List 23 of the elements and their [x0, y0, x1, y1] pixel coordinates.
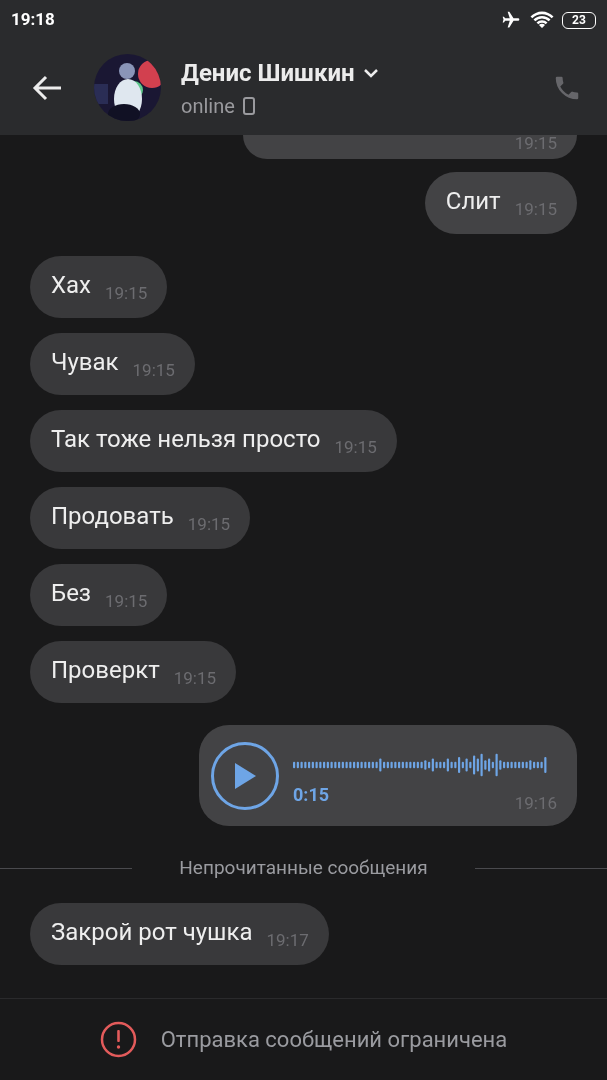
status-time: 19:18 [11, 8, 55, 32]
message-text: Чувак [51, 347, 119, 378]
unread-divider-label: Непрочитанные сообщения [178, 854, 429, 881]
play-button[interactable] [211, 741, 279, 810]
restriction-notice: Отправка сообщений ограничена [160, 1026, 508, 1054]
message-text: Продовать [51, 501, 174, 532]
back-arrow-icon [31, 73, 63, 102]
message-text: Без [51, 578, 92, 609]
wifi-icon [530, 10, 554, 30]
message-text: Хах [51, 270, 91, 301]
message-text: Проверкт [51, 655, 160, 686]
contact-name[interactable]: Денис Шишкин [181, 54, 355, 91]
airplane-icon [500, 10, 522, 30]
contact-status: online [181, 92, 235, 120]
message-text: Слит [445, 186, 501, 217]
message-text: Закрой рот чушка [51, 917, 253, 948]
message-text: Так тоже нельзя просто [51, 424, 321, 455]
battery-indicator: 23 [562, 11, 596, 29]
chevron-down-icon [362, 67, 379, 78]
play-icon [233, 761, 257, 790]
mobile-phone-icon [242, 96, 255, 115]
warning-icon [99, 1021, 137, 1058]
voice-duration: 0:15 [293, 783, 330, 807]
